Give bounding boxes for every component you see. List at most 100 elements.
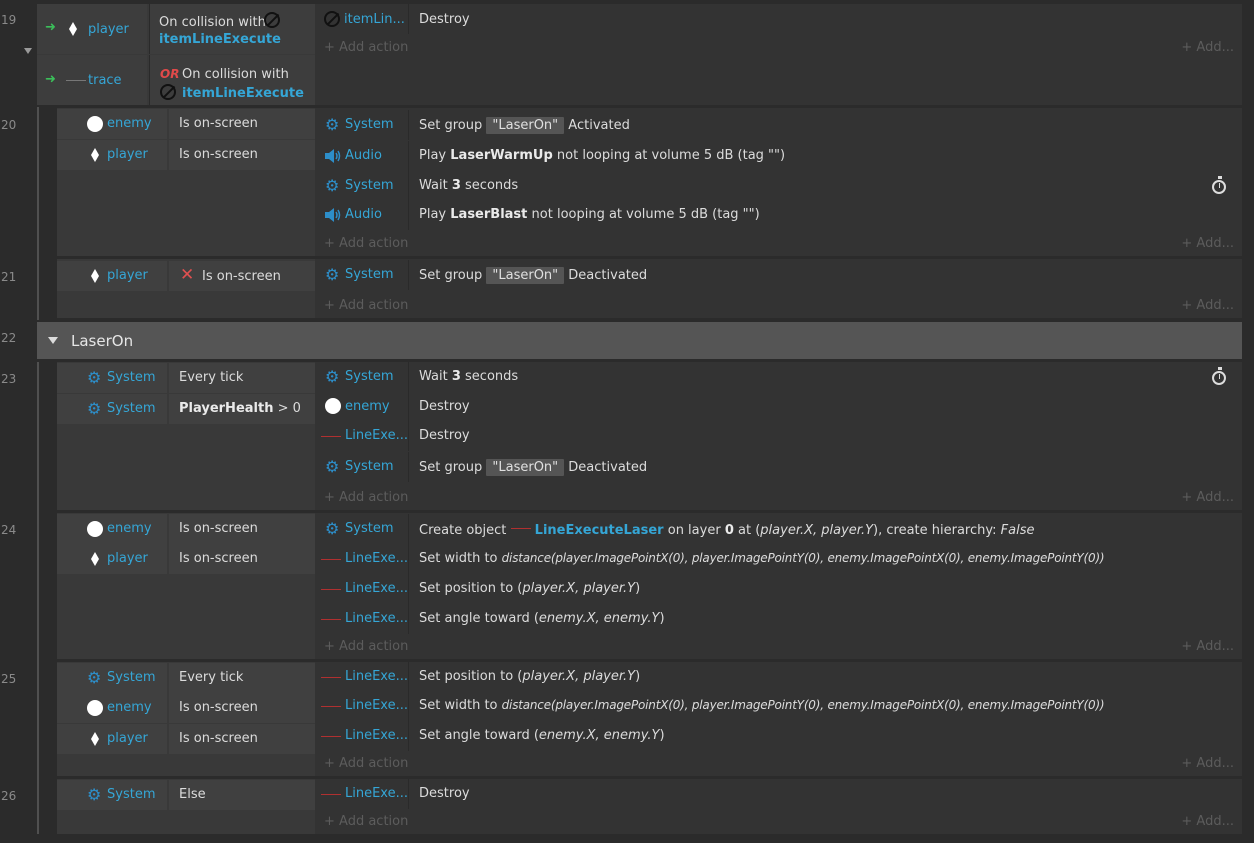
- add-action-button[interactable]: + Add action: [324, 298, 408, 313]
- itemlineexecute-icon: [160, 84, 176, 100]
- condition-param: PlayerHealth: [179, 401, 274, 416]
- add-action-button[interactable]: + Add action: [324, 236, 408, 251]
- action-text: Destroy: [419, 399, 470, 414]
- condition-row[interactable]: enemy Is on-screen: [57, 109, 315, 139]
- object-name[interactable]: enemy: [107, 116, 152, 131]
- action-row[interactable]: Audio Play LaserWarmUp not looping at vo…: [315, 141, 1242, 171]
- action-row[interactable]: ⚙ System Wait 3 seconds: [315, 171, 1242, 201]
- action-row[interactable]: LineExe... Set angle toward (enemy.X, en…: [315, 604, 1242, 634]
- condition-text: Is on-screen: [202, 269, 281, 284]
- action-text: Set position to (: [419, 581, 523, 596]
- object-name[interactable]: System: [107, 787, 155, 802]
- event-25[interactable]: ⚙ System Every tick enemy Is on-screen pl…: [57, 662, 1242, 776]
- add-button[interactable]: + Add...: [1181, 639, 1234, 654]
- condition-row[interactable]: enemy Is on-screen: [57, 693, 315, 723]
- object-name[interactable]: System: [345, 521, 393, 536]
- condition-row[interactable]: enemy Is on-screen: [57, 514, 315, 544]
- object-name[interactable]: System: [345, 459, 393, 474]
- object-name[interactable]: LineExe...: [345, 551, 408, 566]
- group-header[interactable]: LaserOn: [37, 322, 1242, 359]
- condition-row[interactable]: ⚙ System Else: [57, 780, 315, 810]
- event-26[interactable]: ⚙ System Else LineExe... Destroy + Add ac…: [57, 779, 1242, 834]
- action-row[interactable]: LineExe... Destroy: [315, 421, 1242, 451]
- object-name[interactable]: System: [345, 369, 393, 384]
- object-name[interactable]: LineExe...: [345, 581, 408, 596]
- condition-row[interactable]: player Is on-screen: [57, 140, 315, 170]
- object-name[interactable]: player: [107, 731, 148, 746]
- expand-toggle-icon[interactable]: [24, 48, 32, 54]
- object-name[interactable]: player: [107, 551, 148, 566]
- action-text: seconds: [465, 369, 519, 384]
- object-name[interactable]: LineExe...: [345, 428, 408, 443]
- object-name[interactable]: System: [345, 178, 393, 193]
- action-row[interactable]: itemLin... Destroy: [315, 4, 1242, 34]
- action-row[interactable]: enemy Destroy: [315, 392, 1242, 422]
- object-name[interactable]: System: [345, 267, 393, 282]
- add-button[interactable]: + Add...: [1181, 40, 1234, 55]
- action-param: LaserWarmUp: [450, 148, 553, 163]
- action-row[interactable]: ⚙ System Set group "LaserOn" Deactivated: [315, 452, 1242, 482]
- add-button[interactable]: + Add...: [1181, 756, 1234, 771]
- object-name[interactable]: System: [107, 670, 155, 685]
- add-action-button[interactable]: + Add action: [324, 756, 408, 771]
- event-24[interactable]: enemy Is on-screen player Is on-screen ⚙…: [57, 513, 1242, 659]
- action-row[interactable]: ⚙ System Set group "LaserOn" Deactivated: [315, 260, 1242, 290]
- action-row[interactable]: ⚙ System Set group "LaserOn" Activated: [315, 110, 1242, 140]
- object-name[interactable]: System: [345, 117, 393, 132]
- add-button[interactable]: + Add...: [1181, 814, 1234, 829]
- add-button[interactable]: + Add...: [1181, 490, 1234, 505]
- action-row[interactable]: LineExe... Set position to (player.X, pl…: [315, 574, 1242, 604]
- action-row[interactable]: LineExe... Set position to (player.X, pl…: [315, 662, 1242, 692]
- condition-row[interactable]: player ✕ Is on-screen: [57, 261, 315, 291]
- action-row[interactable]: LineExe... Set angle toward (enemy.X, en…: [315, 721, 1242, 751]
- object-name[interactable]: player: [88, 22, 129, 37]
- object-name[interactable]: LineExe...: [345, 669, 408, 684]
- condition-row[interactable]: ➜ trace OR On collision with itemLineExe…: [37, 55, 315, 105]
- action-row[interactable]: ⚙ System Create object LineExecuteLaser o…: [315, 514, 1242, 544]
- condition-row[interactable]: ⚙ System PlayerHealth > 0: [57, 394, 315, 424]
- object-name[interactable]: player: [107, 268, 148, 283]
- object-name[interactable]: itemLin...: [344, 12, 405, 27]
- add-action-button[interactable]: + Add action: [324, 639, 408, 654]
- object-name[interactable]: enemy: [107, 521, 152, 536]
- event-23[interactable]: ⚙ System Every tick ⚙ System PlayerHealth …: [57, 362, 1242, 510]
- lineexecutelaser-icon: [321, 559, 341, 560]
- object-name[interactable]: Audio: [345, 148, 382, 163]
- condition-row[interactable]: ⚙ System Every tick: [57, 663, 315, 693]
- add-button[interactable]: + Add...: [1181, 236, 1234, 251]
- action-param: 3: [451, 178, 461, 193]
- object-name[interactable]: LineExe...: [345, 698, 408, 713]
- condition-link[interactable]: itemLineExecute: [159, 32, 281, 47]
- action-row[interactable]: LineExe... Destroy: [315, 779, 1242, 809]
- condition-row[interactable]: ⚙ System Every tick: [57, 363, 315, 393]
- add-button[interactable]: + Add...: [1181, 298, 1234, 313]
- object-name[interactable]: LineExe...: [345, 611, 408, 626]
- trigger-arrow-icon: ➜: [45, 20, 56, 35]
- event-20[interactable]: enemy Is on-screen player Is on-screen ⚙…: [57, 108, 1242, 256]
- object-name[interactable]: System: [107, 401, 155, 416]
- event-21[interactable]: player ✕ Is on-screen ⚙ System Set group "…: [57, 259, 1242, 318]
- object-name[interactable]: trace: [88, 73, 122, 88]
- collapse-triangle-icon[interactable]: [48, 337, 58, 344]
- condition-row[interactable]: player Is on-screen: [57, 724, 315, 754]
- add-action-button[interactable]: + Add action: [324, 814, 408, 829]
- action-row[interactable]: Audio Play LaserBlast not looping at vol…: [315, 200, 1242, 230]
- object-name[interactable]: enemy: [107, 700, 152, 715]
- condition-link[interactable]: itemLineExecute: [182, 86, 304, 101]
- object-name[interactable]: LineExe...: [345, 786, 408, 801]
- object-link[interactable]: LineExecuteLaser: [535, 523, 664, 538]
- object-name[interactable]: LineExe...: [345, 728, 408, 743]
- condition-row[interactable]: player Is on-screen: [57, 544, 315, 574]
- object-name[interactable]: Audio: [345, 207, 382, 222]
- object-name[interactable]: enemy: [345, 399, 390, 414]
- action-row[interactable]: LineExe... Set width to distance(player.…: [315, 544, 1242, 574]
- action-row[interactable]: LineExe... Set width to distance(player.…: [315, 691, 1242, 721]
- action-row[interactable]: ⚙ System Wait 3 seconds: [315, 362, 1242, 392]
- action-text: ), create hierarchy:: [873, 523, 997, 538]
- object-name[interactable]: System: [107, 370, 155, 385]
- object-name[interactable]: player: [107, 147, 148, 162]
- event-19[interactable]: ➜ player On collision with itemLineExecu…: [37, 4, 1242, 105]
- add-action-button[interactable]: + Add action: [324, 490, 408, 505]
- condition-row[interactable]: ➜ player On collision with itemLineExecu…: [37, 4, 315, 54]
- add-action-button[interactable]: + Add action: [324, 40, 408, 55]
